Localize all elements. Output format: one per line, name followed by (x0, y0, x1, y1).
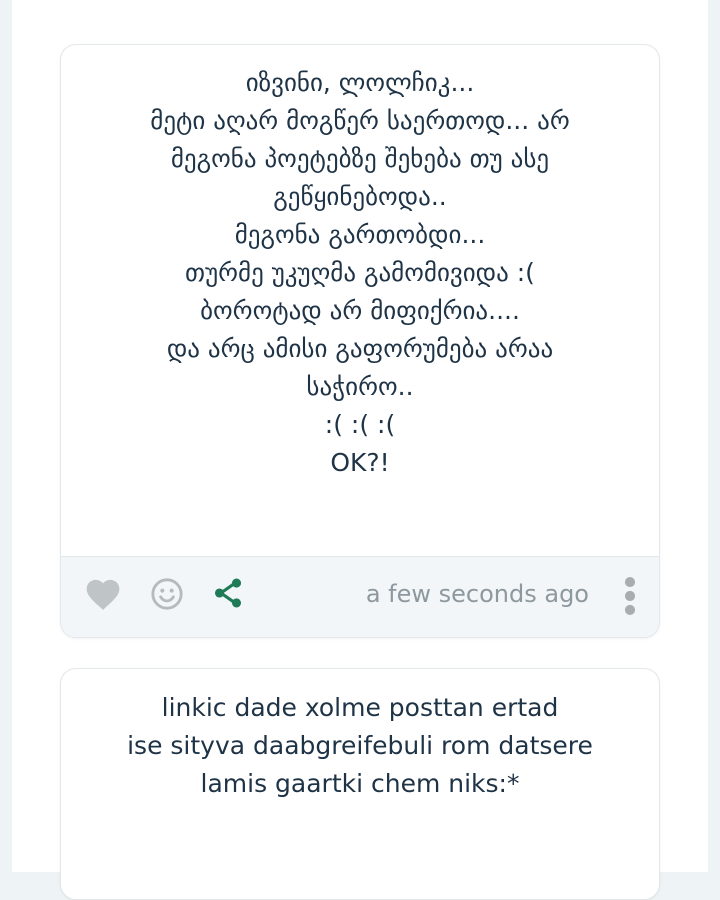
post-line: საჭირო.. (306, 372, 414, 401)
post-timestamp: a few seconds ago (365, 580, 589, 608)
post-line: linkic dade xolme posttan ertad (161, 693, 559, 722)
post-line: და არც ამისი გაფორუმება არაა (166, 334, 554, 363)
post-card: იზვინი, ლოლჩიკ... მეტი აღარ მოგწერ საერთ… (60, 44, 660, 638)
heart-icon[interactable] (83, 575, 123, 611)
post-text: იზვინი, ლოლჩიკ... მეტი აღარ მოგწერ საერთ… (61, 45, 659, 535)
post-footer: a few seconds ago (61, 556, 659, 637)
post-text: linkic dade xolme posttan ertad ise sity… (61, 669, 659, 803)
post-line: ise sityva daabgreifebuli rom datsere (127, 731, 593, 760)
post-line: :( :( :( (324, 410, 396, 439)
post-line: მეგონა გართობდი... (234, 220, 486, 249)
post-line: OK?! (330, 448, 390, 477)
post-line: თურმე უკუღმა გამომივიდა :( (185, 258, 535, 287)
more-vertical-icon[interactable] (623, 577, 637, 615)
post-line: მეგონა პოეტებზე შეხება თუ ასე (170, 144, 550, 173)
post-line: ბოროტად არ მიფიქრია.... (200, 296, 520, 325)
post-line: იზვინი, ლოლჩიკ... (245, 68, 475, 97)
post-line: lamis gaartki chem niks:* (200, 769, 520, 798)
post-card: linkic dade xolme posttan ertad ise sity… (60, 668, 660, 900)
post-line: გეწყინებოდა.. (273, 182, 447, 211)
share-icon[interactable] (211, 575, 245, 611)
smile-icon[interactable] (150, 577, 184, 611)
feed: იზვინი, ლოლჩიკ... მეტი აღარ მოგწერ საერთ… (12, 0, 708, 900)
post-line: მეტი აღარ მოგწერ საერთოდ... არ (150, 106, 570, 135)
